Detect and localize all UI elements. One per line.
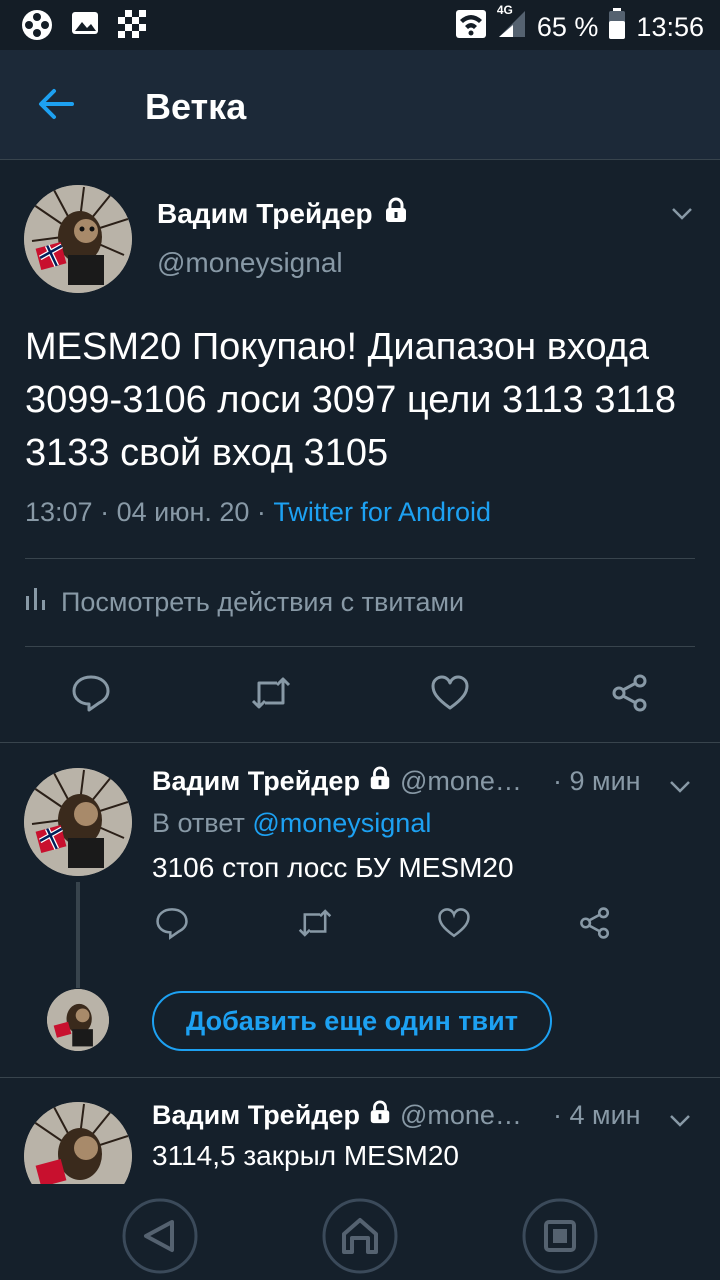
network-type: 4G <box>496 3 513 17</box>
tweet-time: 13:07 <box>25 497 93 527</box>
home-button[interactable] <box>320 1196 400 1276</box>
author-handle[interactable]: @moneysignal <box>157 247 343 279</box>
reply-header: Вадим Трейдер @mone… <box>152 766 522 797</box>
like-icon[interactable] <box>437 906 471 945</box>
author-handle: @mone… <box>399 766 522 796</box>
avatar[interactable] <box>24 768 132 876</box>
reply-to-link[interactable]: @moneysignal <box>252 808 431 838</box>
lock-icon <box>383 197 409 230</box>
chevron-down-icon[interactable] <box>668 1108 692 1137</box>
chevron-down-icon[interactable] <box>670 201 694 230</box>
divider <box>25 646 695 647</box>
lock-icon <box>368 1100 392 1131</box>
divider <box>25 558 695 559</box>
retweet-icon[interactable] <box>296 906 334 945</box>
chevron-down-icon[interactable] <box>668 774 692 803</box>
film-reel-icon <box>20 8 54 47</box>
view-activity-link[interactable]: Посмотреть действия с твитами <box>25 586 464 619</box>
checkered-flag-icon <box>116 8 148 45</box>
status-bar: 4G 65 % 13:56 <box>0 0 720 50</box>
recent-apps-button[interactable] <box>520 1196 600 1276</box>
tweet-text: 3114,5 закрыл MESM20 <box>152 1140 459 1171</box>
avatar[interactable] <box>24 185 132 293</box>
reply-prefix: В ответ <box>152 808 245 838</box>
author-handle: @mone… <box>399 1100 522 1130</box>
tweet-meta: 13:07 · 04 июн. 20 · Twitter for Android <box>25 497 492 527</box>
system-nav-bar <box>0 1184 720 1280</box>
tweet-text: 3106 стоп лосс БУ MESM20 <box>152 852 514 883</box>
author-name-row: Вадим Трейдер <box>157 197 409 230</box>
tweet-age: · 9 мин <box>553 766 641 796</box>
main-tweet: Вадим Трейдер @moneysignal MESM20 Покупа… <box>0 161 720 743</box>
reply-tweet[interactable]: Вадим Трейдер @mone… · 4 мин 3114,5 закр… <box>0 1078 720 1184</box>
lock-icon <box>368 766 392 797</box>
tweet-date: 04 июн. 20 <box>116 497 250 527</box>
wifi-icon <box>455 8 487 47</box>
tweet-text: MESM20 Покупаю! Диапазон входа 3099-3106… <box>25 326 677 474</box>
author-name: Вадим Трейдер <box>157 197 373 229</box>
back-arrow-icon[interactable] <box>36 84 76 124</box>
reply-context: В ответ @moneysignal <box>152 808 431 839</box>
like-icon[interactable] <box>430 673 470 718</box>
avatar[interactable] <box>24 1102 132 1184</box>
reply-icon[interactable] <box>71 673 111 718</box>
clock: 13:56 <box>636 12 704 42</box>
battery-level: 65 % <box>536 12 599 42</box>
signal-icon: 4G <box>497 3 527 46</box>
share-icon[interactable] <box>610 673 650 718</box>
tweet-age: · 4 мин <box>553 1100 641 1130</box>
author-name: Вадим Трейдер <box>152 1100 360 1130</box>
back-button[interactable] <box>120 1196 200 1276</box>
app-header: Ветка <box>0 50 720 160</box>
tweet-client-link[interactable]: Twitter for Android <box>273 497 491 527</box>
reply-icon[interactable] <box>155 906 189 945</box>
bar-chart-icon <box>25 586 47 619</box>
add-tweet-button[interactable]: Добавить еще один твит <box>152 991 552 1051</box>
thread-line <box>76 882 80 988</box>
battery-icon <box>608 8 626 47</box>
author-name: Вадим Трейдер <box>152 766 360 796</box>
page-title: Ветка <box>145 86 247 127</box>
avatar <box>47 989 109 1051</box>
reply-header: Вадим Трейдер @mone… <box>152 1100 522 1131</box>
retweet-icon[interactable] <box>249 673 293 718</box>
image-icon <box>70 8 100 43</box>
view-activity-label: Посмотреть действия с твитами <box>61 587 465 617</box>
share-icon[interactable] <box>578 906 612 945</box>
